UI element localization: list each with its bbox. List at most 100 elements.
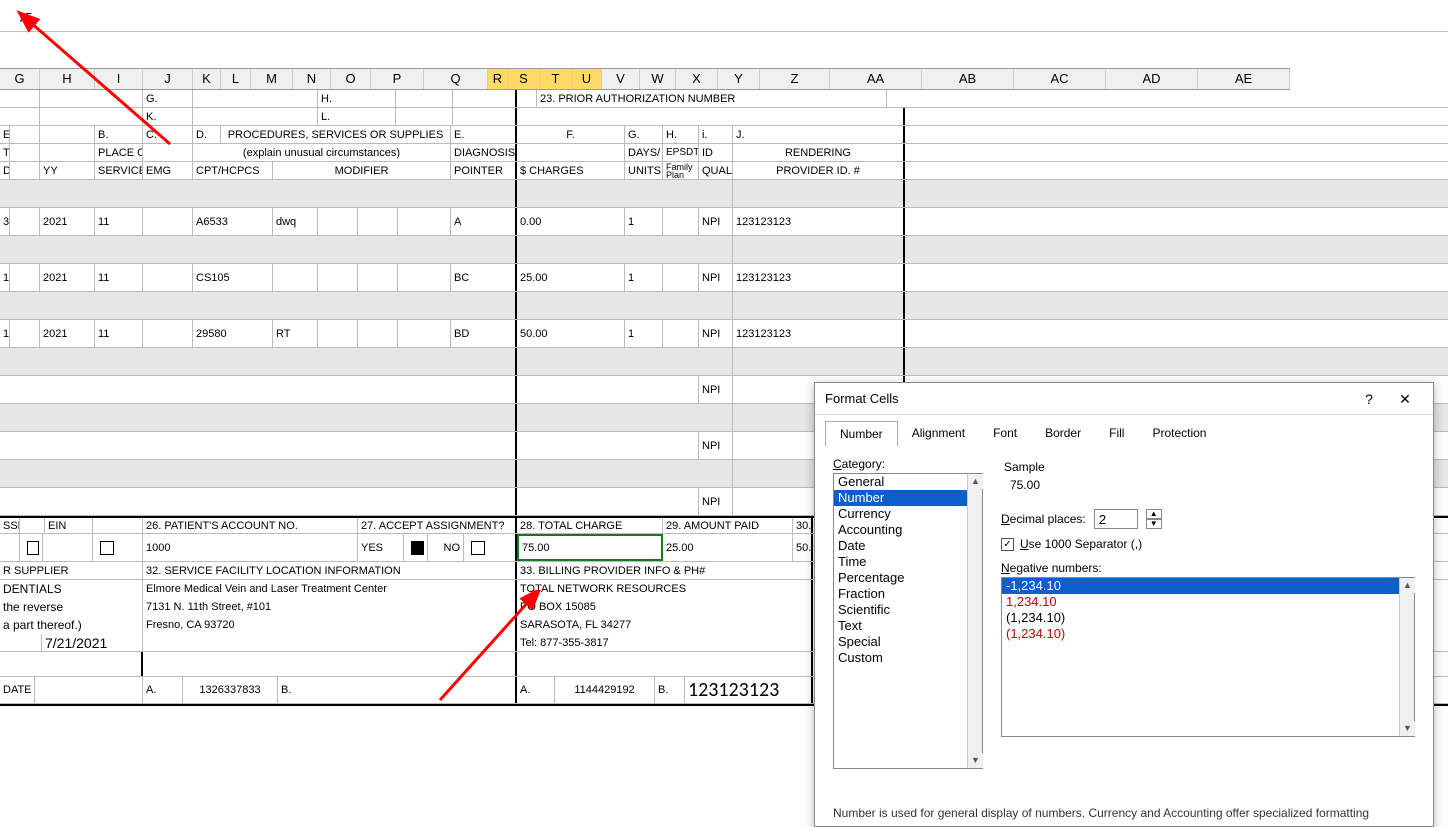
column-header-Y[interactable]: Y xyxy=(718,69,760,89)
category-custom[interactable]: Custom xyxy=(834,650,982,666)
mod[interactable]: dwq xyxy=(273,208,318,235)
column-header-N[interactable]: N xyxy=(293,69,331,89)
pos[interactable]: 11 xyxy=(95,320,143,347)
negative-option-2[interactable]: (1,234.10) xyxy=(1002,610,1414,626)
decimal-input[interactable] xyxy=(1094,509,1138,529)
yes-checkbox[interactable] xyxy=(411,541,424,555)
emg[interactable] xyxy=(143,208,193,235)
tab-font[interactable]: Font xyxy=(979,421,1031,447)
category-special[interactable]: Special xyxy=(834,634,982,650)
no-checkbox[interactable] xyxy=(471,541,485,555)
column-header-I[interactable]: I xyxy=(95,69,143,89)
category-accounting[interactable]: Accounting xyxy=(834,522,982,538)
provider-id[interactable]: 123123123 xyxy=(733,208,905,235)
tab-number[interactable]: Number xyxy=(825,421,898,447)
column-header-G[interactable]: G xyxy=(0,69,40,89)
column-header-H[interactable]: H xyxy=(40,69,95,89)
category-date[interactable]: Date xyxy=(834,538,982,554)
category-fraction[interactable]: Fraction xyxy=(834,586,982,602)
account-no[interactable]: 1000 xyxy=(143,534,358,561)
charge[interactable]: 25.00 xyxy=(517,264,625,291)
yy[interactable]: 2021 xyxy=(40,208,95,235)
column-header-M[interactable]: M xyxy=(251,69,293,89)
units[interactable]: 1 xyxy=(625,208,663,235)
cpt[interactable]: 29580 xyxy=(193,320,273,347)
column-header-AD[interactable]: AD xyxy=(1106,69,1198,89)
column-header-O[interactable]: O xyxy=(331,69,371,89)
negative-option-0[interactable]: -1,234.10 xyxy=(1002,578,1414,594)
units[interactable]: 1 xyxy=(625,320,663,347)
column-header-AA[interactable]: AA xyxy=(830,69,922,89)
negative-list[interactable]: -1,234.101,234.10(1,234.10)(1,234.10) ▲ … xyxy=(1001,577,1415,737)
category-scrollbar[interactable]: ▲ ▼ xyxy=(967,474,982,768)
column-header-J[interactable]: J xyxy=(143,69,193,89)
separator-checkbox[interactable]: ✓ xyxy=(1001,538,1014,551)
cpt[interactable]: CS105 xyxy=(193,264,273,291)
column-header-K[interactable]: K xyxy=(193,69,221,89)
close-button[interactable]: ✕ xyxy=(1387,386,1423,412)
column-header-T[interactable]: T xyxy=(540,69,572,89)
qual[interactable]: NPI xyxy=(699,208,733,235)
neg-scroll-down-icon[interactable]: ▼ xyxy=(1400,721,1415,736)
tab-border[interactable]: Border xyxy=(1031,421,1095,447)
diag[interactable]: BC xyxy=(451,264,517,291)
column-header-R[interactable]: R xyxy=(488,69,508,89)
pos[interactable]: 11 xyxy=(95,208,143,235)
scroll-down-icon[interactable]: ▼ xyxy=(968,753,983,768)
decimal-spinner[interactable]: ▲ ▼ xyxy=(1146,509,1162,529)
negative-option-3[interactable]: (1,234.10) xyxy=(1002,626,1414,642)
charge[interactable]: 50.00 xyxy=(517,320,625,347)
emg[interactable] xyxy=(143,320,193,347)
charge[interactable]: 0.00 xyxy=(517,208,625,235)
category-scientific[interactable]: Scientific xyxy=(834,602,982,618)
negative-scrollbar[interactable]: ▲ ▼ xyxy=(1399,578,1414,736)
mod[interactable] xyxy=(273,264,318,291)
column-header-L[interactable]: L xyxy=(221,69,251,89)
negative-option-1[interactable]: 1,234.10 xyxy=(1002,594,1414,610)
diag[interactable]: A xyxy=(451,208,517,235)
ein-checkbox[interactable] xyxy=(100,541,114,555)
dd[interactable]: 12 xyxy=(0,320,10,347)
column-header-AB[interactable]: AB xyxy=(922,69,1014,89)
diag[interactable]: BD xyxy=(451,320,517,347)
dd[interactable]: 3 xyxy=(0,208,10,235)
column-header-S[interactable]: S xyxy=(508,69,540,89)
cpt[interactable]: A6533 xyxy=(193,208,273,235)
units[interactable]: 1 xyxy=(625,264,663,291)
provider-id[interactable]: 123123123 xyxy=(733,264,905,291)
spin-down-icon[interactable]: ▼ xyxy=(1146,519,1162,529)
amount-paid-cell[interactable]: 25.00 xyxy=(663,534,793,561)
spin-up-icon[interactable]: ▲ xyxy=(1146,509,1162,519)
column-header-W[interactable]: W xyxy=(640,69,676,89)
tab-alignment[interactable]: Alignment xyxy=(898,421,979,447)
column-header-X[interactable]: X xyxy=(676,69,718,89)
scroll-up-icon[interactable]: ▲ xyxy=(968,474,983,489)
dd[interactable]: 1 xyxy=(0,264,10,291)
category-text[interactable]: Text xyxy=(834,618,982,634)
help-button[interactable]: ? xyxy=(1351,386,1387,412)
category-list[interactable]: GeneralNumberCurrencyAccountingDateTimeP… xyxy=(833,473,983,769)
pos[interactable]: 11 xyxy=(95,264,143,291)
category-number[interactable]: Number xyxy=(834,490,982,506)
category-time[interactable]: Time xyxy=(834,554,982,570)
tab-fill[interactable]: Fill xyxy=(1095,421,1138,447)
column-header-Q[interactable]: Q xyxy=(424,69,488,89)
category-general[interactable]: General xyxy=(834,474,982,490)
column-header-AE[interactable]: AE xyxy=(1198,69,1290,89)
column-header-P[interactable]: P xyxy=(371,69,424,89)
mod[interactable]: RT xyxy=(273,320,318,347)
yy[interactable]: 2021 xyxy=(40,320,95,347)
total-charge-cell[interactable]: 75.00 xyxy=(517,534,663,561)
column-header-Z[interactable]: Z xyxy=(760,69,830,89)
tab-protection[interactable]: Protection xyxy=(1138,421,1220,447)
column-header-AC[interactable]: AC xyxy=(1014,69,1106,89)
provider-id[interactable]: 123123123 xyxy=(733,320,905,347)
ssn-checkbox[interactable] xyxy=(27,541,39,555)
yy[interactable]: 2021 xyxy=(40,264,95,291)
column-header-U[interactable]: U xyxy=(572,69,602,89)
emg[interactable] xyxy=(143,264,193,291)
column-header-V[interactable]: V xyxy=(602,69,640,89)
balance-cell[interactable]: 50. xyxy=(793,534,813,561)
neg-scroll-up-icon[interactable]: ▲ xyxy=(1400,578,1415,593)
qual[interactable]: NPI xyxy=(699,320,733,347)
